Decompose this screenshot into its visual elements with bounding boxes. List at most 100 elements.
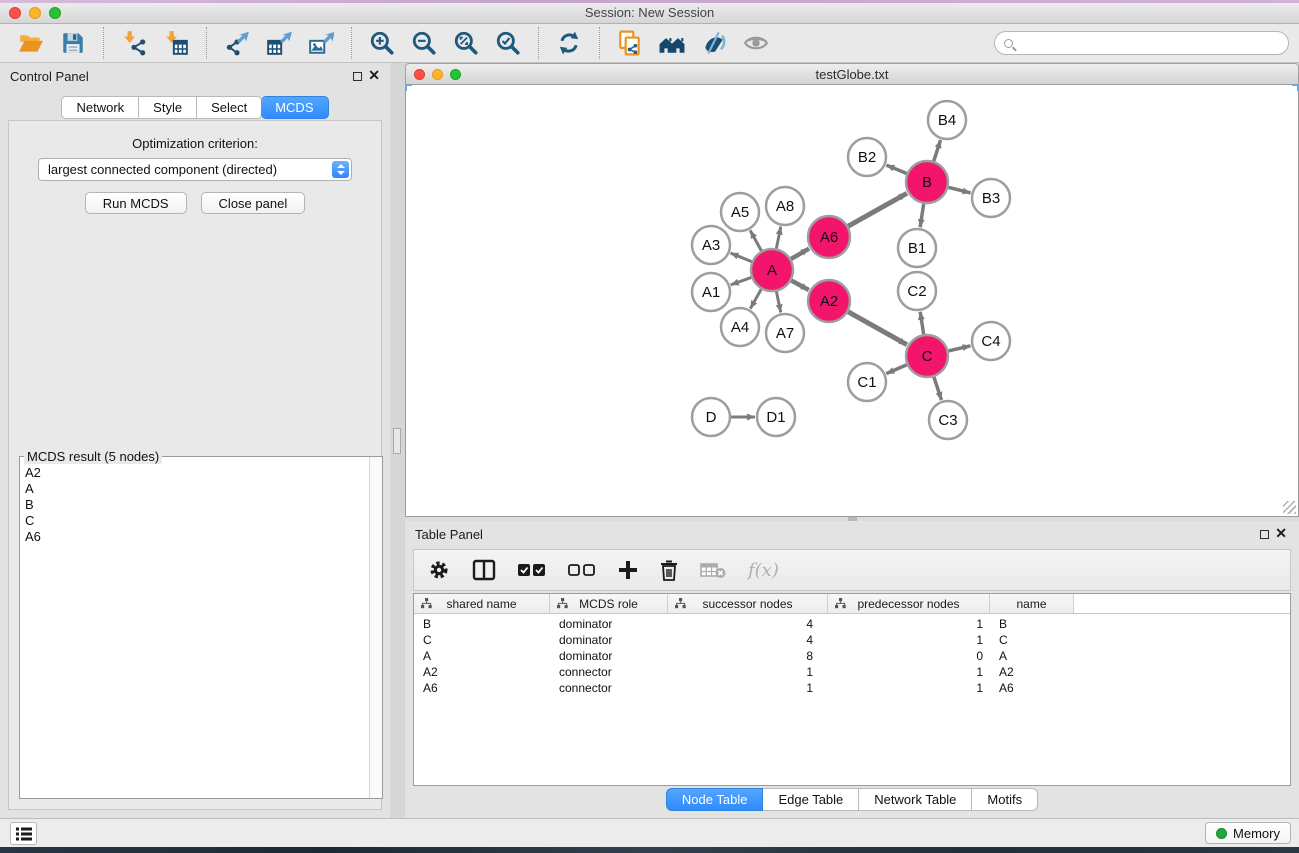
show-graphics-details-icon[interactable] [743,30,769,56]
zoom-in-icon[interactable] [369,30,395,56]
column-header-successor-nodes[interactable]: successor nodes [668,594,828,613]
table-row[interactable]: Bdominator41B [414,617,1290,633]
column-header-name[interactable]: name [990,594,1074,613]
export-network-icon[interactable] [224,30,250,56]
table-cell[interactable]: 0 [828,649,990,665]
tab-motifs[interactable]: Motifs [972,788,1038,811]
criterion-dropdown[interactable]: largest connected component (directed) [38,158,352,181]
table-cell[interactable]: 1 [828,665,990,681]
tab-mcds[interactable]: MCDS [261,96,328,119]
graph-node-A3[interactable]: A3 [692,226,730,264]
close-window-button[interactable] [9,7,21,19]
graph-edge[interactable] [731,277,752,284]
graph-node-C3[interactable]: C3 [929,401,967,439]
export-image-icon[interactable] [308,30,334,56]
graph-node-B[interactable]: B [906,161,948,203]
graph-node-C1[interactable]: C1 [848,363,886,401]
table-cell[interactable]: connector [550,681,668,697]
graph-edge[interactable] [848,193,907,226]
graph-node-B2[interactable]: B2 [848,138,886,176]
select-all-icon[interactable] [518,558,546,582]
table-cell[interactable]: A2 [990,665,1074,681]
table-cell[interactable]: B [990,617,1074,633]
table-cell[interactable]: A6 [990,681,1074,697]
table-cell[interactable]: 1 [828,633,990,649]
zoom-out-icon[interactable] [411,30,437,56]
import-network-icon[interactable] [121,30,147,56]
graph-edge[interactable] [750,289,761,309]
column-header-shared-name[interactable]: shared name [414,594,550,613]
graph-node-A6[interactable]: A6 [808,216,850,258]
zoom-selected-icon[interactable] [495,30,521,56]
home-icon[interactable] [659,30,685,56]
table-cell[interactable]: A [990,649,1074,665]
memory-button[interactable]: Memory [1205,822,1291,844]
tab-network-table[interactable]: Network Table [859,788,972,811]
import-table-icon[interactable] [163,30,189,56]
graph-node-A7[interactable]: A7 [766,314,804,352]
list-item[interactable]: A2 [21,465,368,481]
splitter-handle[interactable] [393,428,401,454]
graph-node-A5[interactable]: A5 [721,193,759,231]
graph-edge[interactable] [920,312,923,335]
hide-graphics-details-icon[interactable] [701,30,727,56]
table-cell[interactable]: dominator [550,617,668,633]
add-column-icon[interactable] [618,558,638,582]
delete-column-icon[interactable] [660,558,678,582]
table-cell[interactable]: A6 [414,681,550,697]
table-cell[interactable]: 1 [668,681,828,697]
table-cell[interactable]: 1 [828,617,990,633]
graph-edge[interactable] [920,204,924,227]
close-panel-icon[interactable]: ✕ [368,68,380,82]
table-cell[interactable]: C [414,633,550,649]
graph-edge[interactable] [886,165,906,173]
graph-edge[interactable] [776,227,780,249]
mcds-result-scrollbar[interactable] [369,457,382,798]
table-row[interactable]: A2connector11A2 [414,665,1290,681]
graph-edge[interactable] [848,312,907,345]
network-window-titlebar[interactable]: testGlobe.txt [405,63,1299,85]
task-history-button[interactable] [10,822,37,845]
minimize-window-button[interactable] [29,7,41,19]
table-row[interactable]: A6connector11A6 [414,681,1290,697]
export-table-icon[interactable] [266,30,292,56]
graph-node-D[interactable]: D [692,398,730,436]
table-cell[interactable]: 4 [668,633,828,649]
refresh-icon[interactable] [556,30,582,56]
graph-edge[interactable] [750,230,761,250]
graph-edge[interactable] [934,140,941,161]
zoom-window-button[interactable] [49,7,61,19]
graph-node-C[interactable]: C [906,335,948,377]
table-cell[interactable]: dominator [550,649,668,665]
table-row[interactable]: Cdominator41C [414,633,1290,649]
graph-node-B1[interactable]: B1 [898,229,936,267]
zoom-fit-icon[interactable] [453,30,479,56]
run-mcds-button[interactable]: Run MCDS [85,192,187,214]
clone-network-icon[interactable] [617,30,643,56]
gear-icon[interactable] [428,558,450,582]
table-cell[interactable]: A2 [414,665,550,681]
column-header-mcds-role[interactable]: MCDS role [550,594,668,613]
table-cell[interactable]: 1 [828,681,990,697]
tab-select[interactable]: Select [197,96,262,119]
save-session-icon[interactable] [60,30,86,56]
open-session-icon[interactable] [18,30,44,56]
list-item[interactable]: A [21,481,368,497]
float-panel-icon[interactable] [353,72,362,81]
graph-node-A2[interactable]: A2 [808,280,850,322]
close-panel-button[interactable]: Close panel [201,192,306,214]
split-view-icon[interactable] [472,558,496,582]
table-cell[interactable]: C [990,633,1074,649]
table-cell[interactable]: B [414,617,550,633]
table-cell[interactable]: 4 [668,617,828,633]
graph-edge[interactable] [791,281,808,291]
graph-edge[interactable] [791,249,809,259]
list-item[interactable]: C [21,513,368,529]
network-view[interactable]: AA1A2A3A4A5A6A7A8BB1B2B3B4CC1C2C3C4DD1 [405,85,1299,517]
graph-node-A[interactable]: A [751,249,793,291]
search-input[interactable] [1013,33,1288,53]
graph-edge[interactable] [948,346,970,351]
graph-edge[interactable] [776,292,780,313]
tab-edge-table[interactable]: Edge Table [763,788,859,811]
list-item[interactable]: B [21,497,368,513]
